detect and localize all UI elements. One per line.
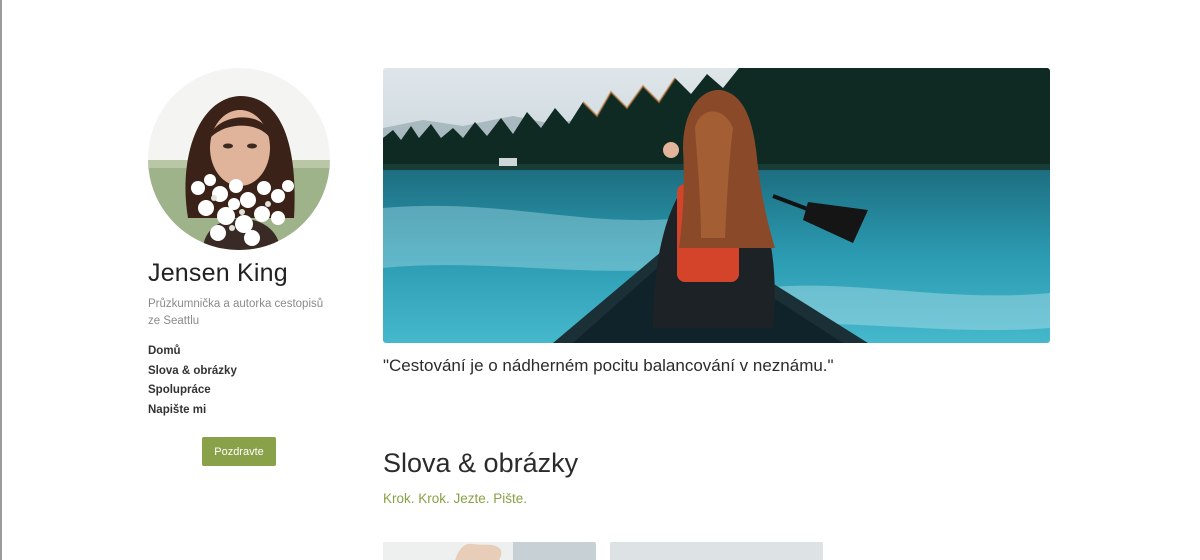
page: Jensen King Průzkumnička a autorka cesto…: [0, 0, 1200, 560]
hero-quote: "Cestování je o nádherném pocitu balanco…: [383, 356, 834, 375]
profile-bio: Průzkumnička a autorka cestopisů ze Seat…: [148, 298, 324, 327]
window-edge: [0, 0, 2, 560]
profile-name: Jensen King: [148, 259, 288, 287]
hero-image: [383, 68, 1050, 343]
sidebar: Jensen King Průzkumnička a autorka cesto…: [148, 68, 348, 466]
main-nav: Domů Slova & obrázky Spolupráce Napište …: [148, 342, 348, 420]
section-title: Slova & obrázky: [383, 448, 579, 478]
say-hello-button[interactable]: Pozdravte: [202, 437, 276, 466]
nav-item-contact[interactable]: Napište mi: [148, 401, 348, 421]
nav-item-words-and-images[interactable]: Slova & obrázky: [148, 362, 348, 382]
nav-item-collaboration[interactable]: Spolupráce: [148, 381, 348, 401]
avatar: [148, 68, 330, 250]
post-thumbnail[interactable]: [610, 542, 823, 560]
post-thumbnail[interactable]: [383, 542, 596, 560]
section-subtitle: Krok. Krok. Jezte. Pište.: [383, 491, 528, 506]
nav-item-home[interactable]: Domů: [148, 342, 348, 362]
